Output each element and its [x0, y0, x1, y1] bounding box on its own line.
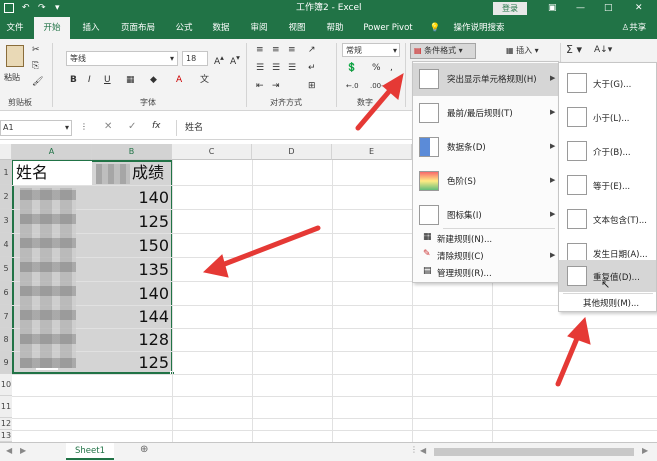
annotation-arrows	[202, 72, 591, 387]
arrow-to-selection	[219, 225, 321, 268]
arrow-to-duplicate-values	[555, 333, 581, 387]
arrow-to-duplicate-values-head	[567, 316, 591, 345]
arrow-to-selection-head	[202, 254, 229, 278]
arrow-to-cf-button	[355, 85, 395, 131]
